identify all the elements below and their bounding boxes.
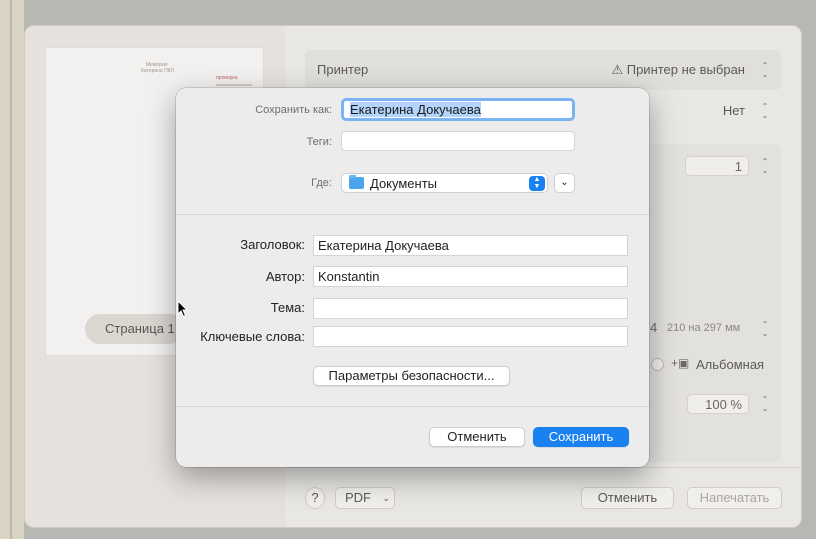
author-label: Автор: (265, 269, 305, 284)
presets-value: Нет (722, 103, 745, 118)
save-dialog: Сохранить как: Екатерина Докучаева Теги:… (176, 88, 649, 467)
save-as-field[interactable]: Екатерина Докучаева (341, 98, 575, 121)
paper-size-stepper-icon[interactable]: ⌃ ⌄ (759, 320, 771, 338)
subject-field[interactable] (313, 298, 628, 319)
copies-field[interactable]: 1 (685, 156, 749, 176)
print-footer: ? PDF ⌄ Отменить Напечатать (285, 467, 801, 527)
copies-stepper-icon[interactable]: ⌃ ⌄ (759, 157, 771, 175)
save-as-value: Екатерина Докучаева (350, 102, 481, 117)
pdf-menu-button[interactable]: PDF ⌄ (335, 487, 395, 509)
paper-size-dims: 210 на 297 мм (667, 322, 741, 334)
help-icon: ? (311, 490, 319, 505)
cancel-button[interactable]: Отменить (429, 427, 525, 447)
where-select[interactable]: Документы ▲ ▼ (341, 173, 548, 193)
separator (176, 406, 649, 407)
updown-chevron-icon: ⌃ ⌄ (761, 102, 769, 120)
security-options-button[interactable]: Параметры безопасности... (313, 366, 510, 386)
preview-note: проверка (216, 75, 238, 81)
author-field[interactable]: Konstantin (313, 266, 628, 287)
desktop-edge-line (10, 0, 12, 539)
title-label: Заголовок: (240, 237, 305, 252)
chevron-down-icon: ⌄ (560, 177, 569, 188)
title-field[interactable]: Екатерина Докучаева (313, 235, 628, 256)
where-label: Где: (311, 177, 332, 189)
printer-label: Принтер (317, 62, 369, 77)
expand-button[interactable]: ⌄ (554, 173, 575, 193)
desktop-edge (0, 0, 24, 539)
subject-label: Тема: (270, 300, 305, 315)
pdf-label: PDF (345, 490, 371, 505)
separator (176, 214, 649, 215)
where-value: Документы (370, 176, 438, 191)
help-button[interactable]: ? (305, 487, 325, 509)
tags-label: Теги: (306, 136, 332, 148)
page-indicator: Страница 1 (85, 314, 185, 344)
print-button[interactable]: Напечатать (687, 487, 782, 509)
landscape-radio[interactable] (651, 358, 664, 371)
pointer-cursor-icon (177, 300, 189, 318)
chevron-down-icon: ⌄ (382, 493, 390, 503)
printer-value: ⚠ Принтер не выбран (611, 62, 745, 78)
printer-row[interactable]: Принтер ⚠ Принтер не выбран ⌃ ⌄ (305, 50, 781, 90)
tags-field[interactable] (341, 131, 575, 151)
scale-field[interactable]: 100 % (687, 394, 749, 414)
preview-text-line (216, 84, 252, 86)
preview-title-line-2: Катерина ПКЛ (141, 68, 174, 74)
updown-chevron-icon: ▲ ▼ (529, 176, 545, 191)
print-cancel-button[interactable]: Отменить (581, 487, 674, 509)
scale-stepper-icon[interactable]: ⌃ ⌄ (759, 395, 771, 413)
updown-chevron-icon: ⌃ ⌄ (761, 61, 769, 79)
paper-size-partial: 4 (650, 320, 658, 335)
printer-value-text: Принтер не выбран (626, 62, 745, 77)
save-as-label: Сохранить как: (255, 104, 332, 116)
landscape-orientation-icon: +▣ (671, 356, 690, 370)
keywords-label: Ключевые слова: (200, 329, 305, 344)
orientation-landscape-label: Альбомная (696, 357, 765, 372)
warning-icon: ⚠ (611, 62, 624, 77)
keywords-field[interactable] (313, 326, 628, 347)
save-button[interactable]: Сохранить (533, 427, 629, 447)
folder-icon (349, 175, 364, 189)
